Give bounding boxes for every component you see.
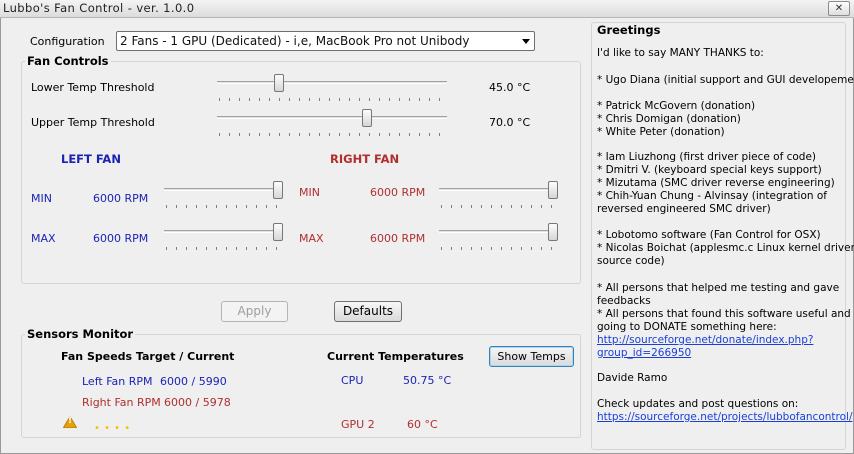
upper-threshold-value: 70.0 °C <box>489 116 531 129</box>
right-fan-min-slider[interactable] <box>439 181 558 209</box>
title-bar[interactable]: Lubbo's Fan Control - ver. 1.0.0 ✕ <box>0 0 854 18</box>
window-title: Lubbo's Fan Control - ver. 1.0.0 <box>3 1 195 15</box>
greetings-line: reversed engineered SMC driver) <box>597 203 771 215</box>
upper-threshold-label: Upper Temp Threshold <box>31 116 155 129</box>
cpu-temp-value: 50.75 °C <box>403 374 452 387</box>
right-fan-max-slider[interactable] <box>439 223 558 251</box>
greetings-line: going to DONATE something here: <box>597 321 777 333</box>
greetings-line: * All persons that found this software u… <box>597 308 854 320</box>
greetings-line: * Iam Liuzhong (first driver piece of co… <box>597 151 817 163</box>
warning-icon: ! <box>62 415 78 428</box>
apply-button[interactable]: Apply <box>221 301 288 322</box>
gpu-temp-label: GPU 2 <box>341 418 375 431</box>
left-fan-min-label: MIN <box>31 192 52 205</box>
left-fan-max-slider[interactable] <box>164 223 283 251</box>
lower-threshold-label: Lower Temp Threshold <box>31 81 155 94</box>
fan-speeds-header: Fan Speeds Target / Current <box>61 350 235 363</box>
fan-controls-title: Fan Controls <box>25 54 111 68</box>
main-window: Configuration 2 Fans - 1 GPU (Dedicated)… <box>0 18 854 454</box>
slider-thumb[interactable] <box>548 223 558 241</box>
close-button[interactable]: ✕ <box>828 1 850 16</box>
greetings-line: * Chih-Yuan Chung - Alvinsay (integratio… <box>597 190 827 202</box>
slider-ticks <box>219 133 445 136</box>
slider-ticks <box>441 247 556 250</box>
greetings-line: * Nicolas Boichat (applesmc.c Linux kern… <box>597 242 854 254</box>
greetings-line: Check updates and post questions on: <box>597 398 799 410</box>
chevron-down-icon <box>522 39 530 44</box>
configuration-value: 2 Fans - 1 GPU (Dedicated) - i,e, MacBoo… <box>120 34 470 48</box>
right-fan-max-label: MAX <box>299 232 324 245</box>
greetings-line: * Dmitri V. (keyboard special keys suppo… <box>597 164 822 176</box>
project-link[interactable]: https://sourceforge.net/projects/lubbofa… <box>597 411 853 423</box>
configuration-label: Configuration <box>30 35 105 48</box>
greetings-line: * Chris Domigan (donation) <box>597 113 741 125</box>
cpu-temp-label: CPU <box>341 374 364 387</box>
right-fan-rpm-label: Right Fan RPM <box>82 396 161 409</box>
left-fan-min-value: 6000 RPM <box>93 192 149 205</box>
right-fan-min-value: 6000 RPM <box>370 186 426 199</box>
greetings-line: * Mizutama (SMC driver reverse engineeri… <box>597 177 835 189</box>
greetings-panel: Greetings I'd like to say MANY THANKS to… <box>591 22 854 450</box>
defaults-button[interactable]: Defaults <box>334 301 402 322</box>
left-fan-max-value: 6000 RPM <box>93 232 149 245</box>
greetings-line: feedbacks <box>597 295 651 307</box>
sensors-monitor-title: Sensors Monitor <box>25 327 136 341</box>
temperatures-header: Current Temperatures <box>327 350 464 363</box>
slider-thumb[interactable] <box>274 74 284 92</box>
right-fan-title: RIGHT FAN <box>330 152 400 166</box>
greetings-line: * Patrick McGovern (donation) <box>597 100 756 112</box>
slider-thumb[interactable] <box>548 181 558 199</box>
lower-threshold-value: 45.0 °C <box>489 81 531 94</box>
greetings-line: source code) <box>597 255 665 267</box>
status-dots: • • • • <box>94 423 131 434</box>
lower-threshold-slider[interactable] <box>217 74 447 102</box>
right-fan-rpm-value: 6000 / 5978 <box>164 396 231 409</box>
right-fan-max-value: 6000 RPM <box>370 232 426 245</box>
left-fan-rpm-value: 6000 / 5990 <box>160 375 227 388</box>
donate-link[interactable]: http://sourceforge.net/donate/index.php? <box>597 334 813 346</box>
slider-thumb[interactable] <box>362 109 372 127</box>
configuration-select[interactable]: 2 Fans - 1 GPU (Dedicated) - i,e, MacBoo… <box>116 31 535 51</box>
author-name: Davide Ramo <box>597 372 668 384</box>
greetings-line: * All persons that helped me testing and… <box>597 282 840 294</box>
show-temps-button[interactable]: Show Temps <box>489 346 574 367</box>
slider-ticks <box>441 205 556 208</box>
slider-thumb[interactable] <box>273 223 283 241</box>
slider-ticks <box>166 247 281 250</box>
left-fan-min-slider[interactable] <box>164 181 283 209</box>
warning-glyph: ! <box>68 416 73 426</box>
greetings-line: * White Peter (donation) <box>597 126 725 138</box>
donate-link-continued[interactable]: group_id=266950 <box>597 347 691 359</box>
slider-thumb[interactable] <box>273 181 283 199</box>
left-fan-max-label: MAX <box>31 232 56 245</box>
upper-threshold-slider[interactable] <box>217 109 447 137</box>
greetings-title: Greetings <box>597 23 661 37</box>
left-fan-rpm-label: Left Fan RPM <box>82 375 153 388</box>
slider-ticks <box>166 205 281 208</box>
greetings-line: * Lobotomo software (Fan Control for OSX… <box>597 229 821 241</box>
right-fan-min-label: MIN <box>299 186 320 199</box>
greetings-line: I'd like to say MANY THANKS to: <box>597 47 764 59</box>
left-fan-title: LEFT FAN <box>61 152 121 166</box>
greetings-line: * Ugo Diana (initial support and GUI dev… <box>597 74 854 86</box>
slider-ticks <box>219 98 445 101</box>
gpu-temp-value: 60 °C <box>407 418 438 431</box>
